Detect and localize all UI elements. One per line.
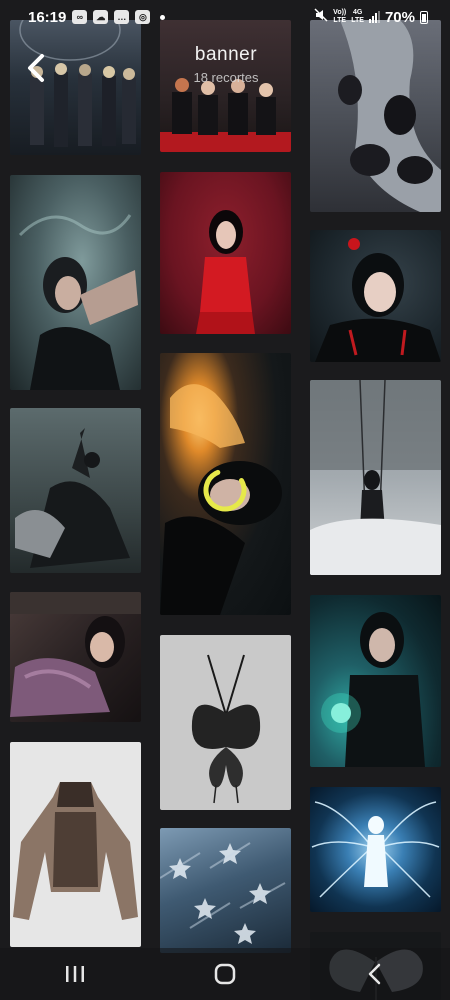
- recents-button[interactable]: [45, 952, 105, 996]
- status-time: 16:19: [28, 8, 67, 26]
- pin-slide-group[interactable]: [310, 20, 441, 212]
- navigation-bar: [0, 948, 450, 1000]
- notification-dot-icon: [160, 14, 166, 20]
- back-icon: [368, 963, 381, 985]
- pin-glow-portrait[interactable]: [310, 595, 441, 767]
- instagram-icon: ◎: [135, 10, 151, 24]
- network-type-bottom: LTE: [351, 17, 364, 24]
- pin-fairy-glow[interactable]: [310, 787, 441, 912]
- pin-portrait-water[interactable]: [10, 175, 141, 390]
- pin-portrait-red-rose[interactable]: [310, 230, 441, 362]
- back-button[interactable]: [18, 48, 54, 88]
- pin-car-portrait[interactable]: [10, 592, 141, 722]
- board-title: banner: [194, 44, 258, 65]
- chat-icon: …: [114, 10, 130, 24]
- board-pin-count: 18 recortes: [193, 70, 259, 85]
- board-header: banner 18 recortes: [160, 44, 292, 85]
- home-button[interactable]: [195, 952, 255, 996]
- status-right: Vo)) LTE 4G LTE 70%: [314, 7, 428, 27]
- loading-spinner: [200, 465, 250, 515]
- volte-indicator: Vo)) LTE: [333, 9, 346, 25]
- pin-jacket-product[interactable]: [10, 742, 141, 947]
- status-bar: 16:19 ∞ ☁ … ◎ Vo)) LTE 4G LTE 70%: [0, 0, 450, 34]
- home-icon: [214, 963, 236, 985]
- pin-group-red-carpet[interactable]: [160, 20, 291, 152]
- signal-icon: [368, 11, 380, 23]
- network-type-indicator: 4G LTE: [351, 9, 364, 25]
- nav-back-button[interactable]: [345, 952, 405, 996]
- pin-stars-texture[interactable]: [160, 828, 291, 953]
- volte-bottom: LTE: [333, 17, 347, 24]
- pin-swing-portrait[interactable]: [310, 380, 441, 575]
- pin-butterfly-top[interactable]: [160, 635, 291, 810]
- status-left: 16:19 ∞ ☁ … ◎: [28, 8, 166, 26]
- chevron-left-icon: [28, 54, 44, 82]
- recents-icon: [66, 966, 84, 982]
- volte-top: Vo)): [333, 9, 347, 16]
- network-type-top: 4G: [352, 9, 363, 16]
- voicemail-icon: ∞: [72, 10, 88, 24]
- battery-percent: 70%: [384, 8, 415, 26]
- battery-icon: [420, 10, 428, 24]
- pin-portrait-red-outfit[interactable]: [160, 172, 291, 334]
- pin-pose-dark[interactable]: [10, 408, 141, 573]
- cloud-icon: ☁: [93, 10, 109, 24]
- mute-icon: [314, 7, 328, 27]
